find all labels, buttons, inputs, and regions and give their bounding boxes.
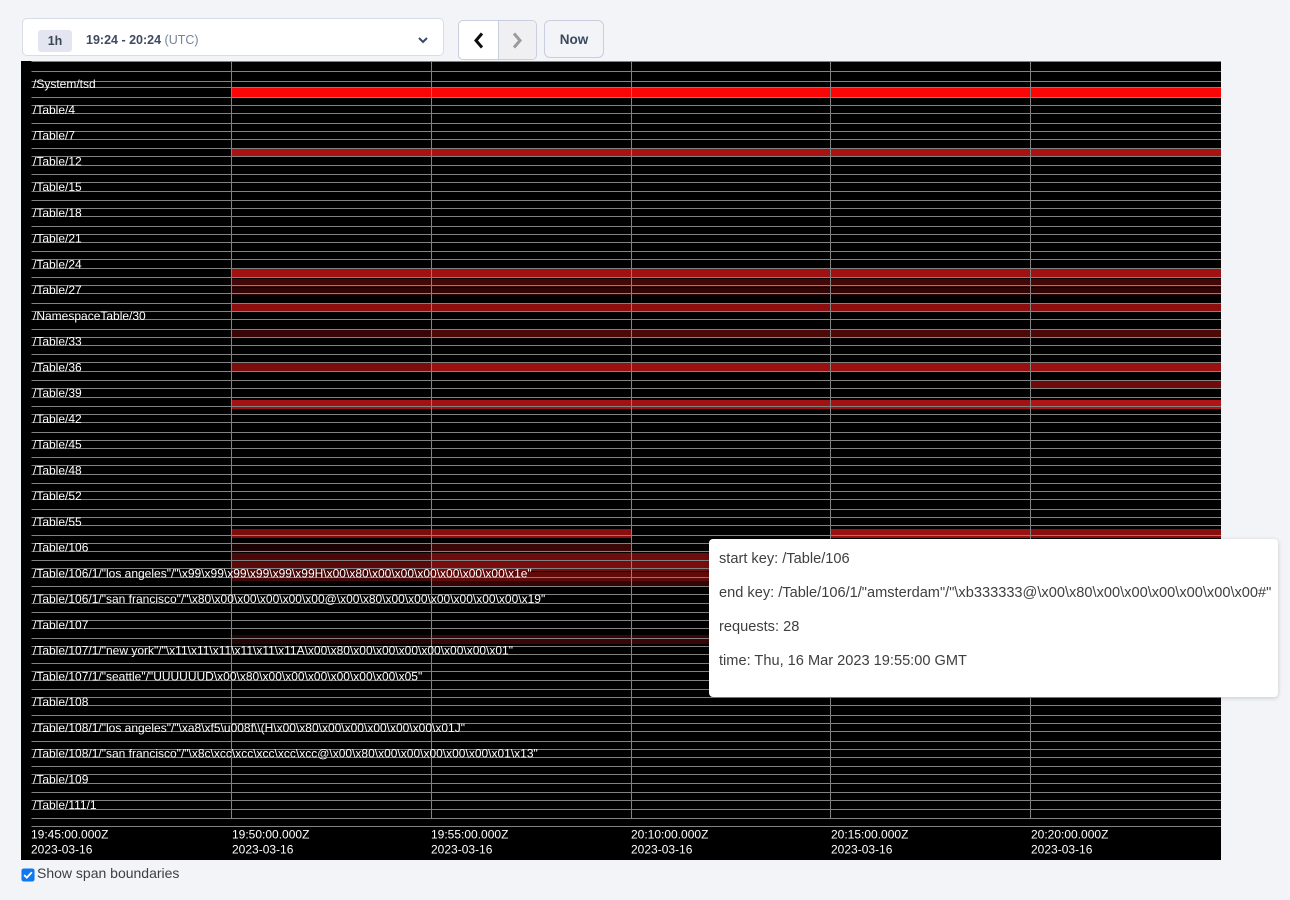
svg-text:19:50:00.000Z: 19:50:00.000Z bbox=[232, 828, 309, 842]
svg-text:/Table/4: /Table/4 bbox=[33, 103, 75, 117]
svg-text:20:10:00.000Z: 20:10:00.000Z bbox=[631, 828, 708, 842]
svg-text:/Table/15: /Table/15 bbox=[33, 180, 82, 194]
svg-text:/System/tsd: /System/tsd bbox=[33, 77, 96, 91]
svg-text:/Table/27: /Table/27 bbox=[33, 283, 82, 297]
svg-text:2023-03-16: 2023-03-16 bbox=[1031, 843, 1093, 857]
svg-text:/Table/107/1/"seattle"/"UUUUUU: /Table/107/1/"seattle"/"UUUUUUD\x00\x80\… bbox=[33, 669, 422, 683]
svg-text:/Table/21: /Table/21 bbox=[33, 232, 82, 246]
svg-text:2023-03-16: 2023-03-16 bbox=[631, 843, 693, 857]
svg-text:2023-03-16: 2023-03-16 bbox=[831, 843, 893, 857]
svg-text:/Table/48: /Table/48 bbox=[33, 463, 82, 477]
svg-text:/Table/108/1/"san francisco"/": /Table/108/1/"san francisco"/"\x8c\xcc\x… bbox=[33, 747, 538, 761]
svg-text:/Table/107/1/"new york"/"\x11\: /Table/107/1/"new york"/"\x11\x11\x11\x1… bbox=[33, 644, 513, 658]
svg-text:20:15:00.000Z: 20:15:00.000Z bbox=[831, 828, 908, 842]
svg-text:2023-03-16: 2023-03-16 bbox=[232, 843, 294, 857]
svg-text:/Table/7: /Table/7 bbox=[33, 129, 75, 143]
svg-text:20:20:00.000Z: 20:20:00.000Z bbox=[1031, 828, 1108, 842]
svg-text:/Table/52: /Table/52 bbox=[33, 489, 82, 503]
svg-text:/Table/24: /Table/24 bbox=[33, 257, 82, 271]
svg-text:/Table/106/1/"los angeles"/"\x: /Table/106/1/"los angeles"/"\x99\x99\x99… bbox=[33, 566, 532, 580]
svg-text:/Table/107: /Table/107 bbox=[33, 618, 89, 632]
svg-text:/Table/109: /Table/109 bbox=[33, 772, 89, 786]
svg-text:/NamespaceTable/30: /NamespaceTable/30 bbox=[33, 309, 146, 323]
svg-text:/Table/33: /Table/33 bbox=[33, 335, 82, 349]
svg-text:19:55:00.000Z: 19:55:00.000Z bbox=[431, 828, 508, 842]
svg-text:/Table/36: /Table/36 bbox=[33, 360, 82, 374]
svg-text:/Table/39: /Table/39 bbox=[33, 386, 82, 400]
svg-text:/Table/55: /Table/55 bbox=[33, 515, 82, 529]
svg-text:/Table/108: /Table/108 bbox=[33, 695, 89, 709]
svg-text:/Table/111/1: /Table/111/1 bbox=[33, 798, 97, 812]
svg-text:2023-03-16: 2023-03-16 bbox=[431, 843, 493, 857]
svg-text:/Table/108/1/"los angeles"/"\x: /Table/108/1/"los angeles"/"\xa8\xf5\u00… bbox=[33, 721, 465, 735]
svg-text:19:45:00.000Z: 19:45:00.000Z bbox=[31, 828, 108, 842]
svg-text:/Table/42: /Table/42 bbox=[33, 412, 82, 426]
svg-text:/Table/106/1/"san francisco"/": /Table/106/1/"san francisco"/"\x80\x00\x… bbox=[33, 592, 545, 606]
svg-text:/Table/18: /Table/18 bbox=[33, 206, 82, 220]
svg-text:/Table/45: /Table/45 bbox=[33, 438, 82, 452]
svg-text:2023-03-16: 2023-03-16 bbox=[31, 843, 93, 857]
svg-text:/Table/106: /Table/106 bbox=[33, 541, 89, 555]
svg-text:/Table/12: /Table/12 bbox=[33, 154, 82, 168]
